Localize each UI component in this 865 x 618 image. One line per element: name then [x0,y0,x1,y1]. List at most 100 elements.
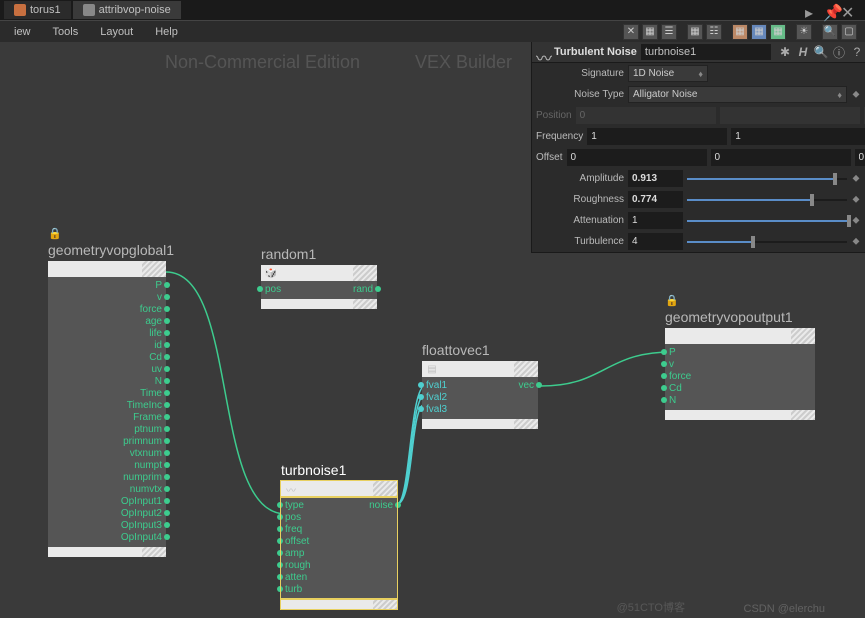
gear-icon[interactable]: ✱ [777,44,793,60]
info-icon[interactable]: ⓘ [831,44,847,60]
port-primnum[interactable]: primnum [119,436,162,448]
port-P[interactable]: P [669,347,680,359]
wrench-icon[interactable]: ✕ [623,24,639,40]
sun-icon[interactable]: ☀ [796,24,812,40]
port-OpInput4[interactable]: OpInput4 [117,532,162,544]
list-icon[interactable]: ☷ [706,24,722,40]
port-noise[interactable]: noise [365,500,393,512]
search-icon[interactable]: 🔍 [813,44,829,60]
help-icon[interactable]: ? [849,44,865,60]
port-id[interactable]: id [150,340,162,352]
port-rough[interactable]: rough [285,560,315,572]
view-icon[interactable]: ▢ [841,24,857,40]
port-life[interactable]: life [145,328,162,340]
noise-icon: 〰 [281,481,301,497]
port-Cd[interactable]: Cd [145,352,162,364]
position-input-x[interactable] [576,107,716,124]
param-label-attenuation: Attenuation [536,215,624,226]
port-numpt[interactable]: numpt [130,460,162,472]
frequency-input-x[interactable] [587,128,727,145]
pin-icon[interactable]: 📌 [823,3,837,17]
port-force[interactable]: force [136,304,162,316]
port-rand[interactable]: rand [349,284,373,296]
port-freq[interactable]: freq [285,524,306,536]
menu-view[interactable]: iew [4,23,41,41]
noisetype-select[interactable]: Alligator Noise♦ [628,86,847,103]
node-floattovec1[interactable]: floattovec1 ▤ fval1vecfval2fval3 [422,342,538,429]
port-Time[interactable]: Time [136,388,162,400]
offset-input-x[interactable] [567,149,707,166]
turbulence-slider[interactable] [687,235,847,249]
port-atten[interactable]: atten [285,572,311,584]
offset-input-y[interactable] [711,149,851,166]
port-N[interactable]: N [669,395,680,407]
port-P[interactable]: P [151,280,162,292]
node-geometryvopglobal1[interactable]: 🔒 geometryvopglobal1 PvforceagelifeidCdu… [48,227,166,557]
param-handle-icon[interactable]: ⬥ [851,89,861,100]
port-OpInput3[interactable]: OpInput3 [117,520,162,532]
port-fval3[interactable]: fval3 [426,404,451,416]
port-v[interactable]: v [153,292,162,304]
port-turb[interactable]: turb [285,584,306,596]
port-force[interactable]: force [669,371,695,383]
port-numvtx[interactable]: numvtx [126,484,162,496]
port-age[interactable]: age [141,316,162,328]
port-uv[interactable]: uv [147,364,162,376]
search-icon[interactable]: 🔍 [822,24,838,40]
watermark-credit: @51CTO博客 [617,599,685,615]
port-amp[interactable]: amp [285,548,308,560]
tab-torus[interactable]: torus1 [4,1,71,19]
roughness-input[interactable] [628,191,683,208]
grid-icon[interactable]: ▦ [687,24,703,40]
tab-attribvop[interactable]: attribvop-noise [73,1,181,19]
port-N[interactable]: N [151,376,162,388]
node-turbnoise1[interactable]: turbnoise1 〰 typenoiseposfreqoffsetampro… [281,462,397,609]
port-vec[interactable]: vec [514,380,534,392]
parameter-panel: 〰 Turbulent Noise turbnoise1 ✱ H 🔍 ⓘ ? S… [531,42,865,253]
param-handle-icon[interactable]: ⬥ [851,194,861,205]
param-handle-icon[interactable]: ⬥ [851,215,861,226]
port-type[interactable]: type [285,500,308,512]
port-fval1[interactable]: fval1 [426,380,451,392]
attenuation-slider[interactable] [687,214,847,228]
port-OpInput1[interactable]: OpInput1 [117,496,162,508]
attenuation-input[interactable] [628,212,683,229]
signature-select[interactable]: 1D Noise♦ [628,65,708,82]
port-ptnum[interactable]: ptnum [130,424,162,436]
port-numprim[interactable]: numprim [119,472,162,484]
param-handle-icon[interactable]: ⬥ [851,173,861,184]
port-pos[interactable]: pos [265,284,285,296]
port-fval2[interactable]: fval2 [426,392,451,404]
node-random1[interactable]: random1 🎲 pos rand [261,246,377,309]
amplitude-input[interactable] [628,170,683,187]
frequency-input-y[interactable] [731,128,865,145]
node-name-field[interactable]: turbnoise1 [641,44,771,60]
palette-1-icon[interactable]: ▦ [732,24,748,40]
node-geometryvopoutput1[interactable]: 🔒 geometryvopoutput1 PvforceCdN [665,294,815,420]
port-v[interactable]: v [669,359,678,371]
palette-3-icon[interactable]: ▦ [770,24,786,40]
port-offset[interactable]: offset [285,536,313,548]
port-OpInput2[interactable]: OpInput2 [117,508,162,520]
h-icon[interactable]: H [795,44,811,60]
layout-pane-icon[interactable]: ▸ [805,3,819,17]
port-pos[interactable]: pos [285,512,305,524]
port-TimeInc[interactable]: TimeInc [123,400,162,412]
offset-input-z[interactable] [855,149,865,166]
amplitude-slider[interactable] [687,172,847,186]
network-canvas[interactable]: Non-Commercial Edition VEX Builder 🔒 geo… [0,42,865,618]
menu-help[interactable]: Help [145,23,188,41]
turbulence-input[interactable] [628,233,683,250]
port-Frame[interactable]: Frame [129,412,162,424]
menu-layout[interactable]: Layout [90,23,143,41]
layout-2-icon[interactable]: ☰ [661,24,677,40]
roughness-slider[interactable] [687,193,847,207]
menu-tools[interactable]: Tools [43,23,89,41]
position-input-y[interactable] [720,107,860,124]
palette-2-icon[interactable]: ▦ [751,24,767,40]
param-handle-icon[interactable]: ⬥ [851,236,861,247]
layout-1-icon[interactable]: ▦ [642,24,658,40]
close-icon[interactable]: ✕ [841,3,855,17]
port-Cd[interactable]: Cd [669,383,686,395]
port-vtxnum[interactable]: vtxnum [126,448,162,460]
